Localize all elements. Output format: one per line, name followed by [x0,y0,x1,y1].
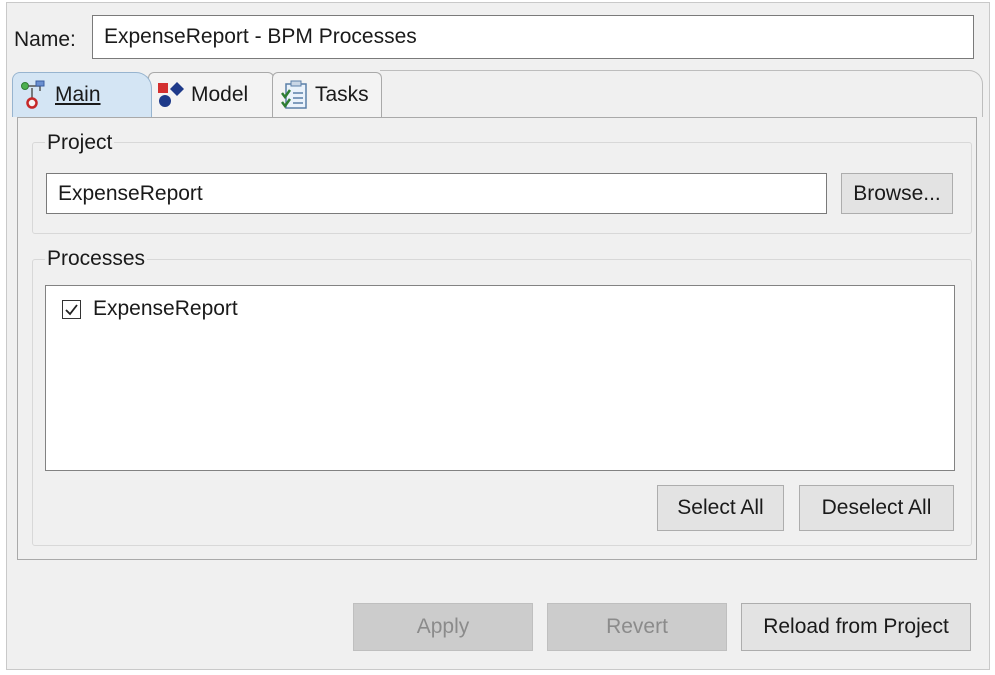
process-item-label: ExpenseReport [93,297,238,320]
process-list[interactable]: ExpenseReport [45,285,955,471]
browse-button[interactable]: Browse... [841,173,953,214]
project-input[interactable] [46,173,827,214]
revert-button[interactable]: Revert [547,603,727,651]
reload-from-project-button[interactable]: Reload from Project [741,603,971,651]
list-item[interactable]: ExpenseReport [62,297,238,321]
name-input[interactable] [92,15,974,59]
tab-model[interactable]: Model [148,72,274,117]
tab-strip [380,70,983,117]
processes-group-title: Processes [45,247,148,271]
tab-tasks-label: Tasks [315,83,369,106]
apply-button[interactable]: Apply [353,603,533,651]
tab-main[interactable]: Main [12,72,152,117]
model-shapes-icon [155,79,187,111]
checkmark-icon [65,303,78,315]
main-config-icon [19,79,51,111]
project-group-title: Project [45,131,115,155]
tab-model-label: Model [191,83,249,106]
tasks-clipboard-icon [279,79,311,111]
select-all-button[interactable]: Select All [657,485,784,531]
deselect-all-button[interactable]: Deselect All [799,485,954,531]
name-label: Name: [14,28,76,51]
process-checkbox[interactable] [62,299,81,319]
tab-main-label: Main [55,83,101,106]
tab-tasks[interactable]: Tasks [272,72,382,117]
